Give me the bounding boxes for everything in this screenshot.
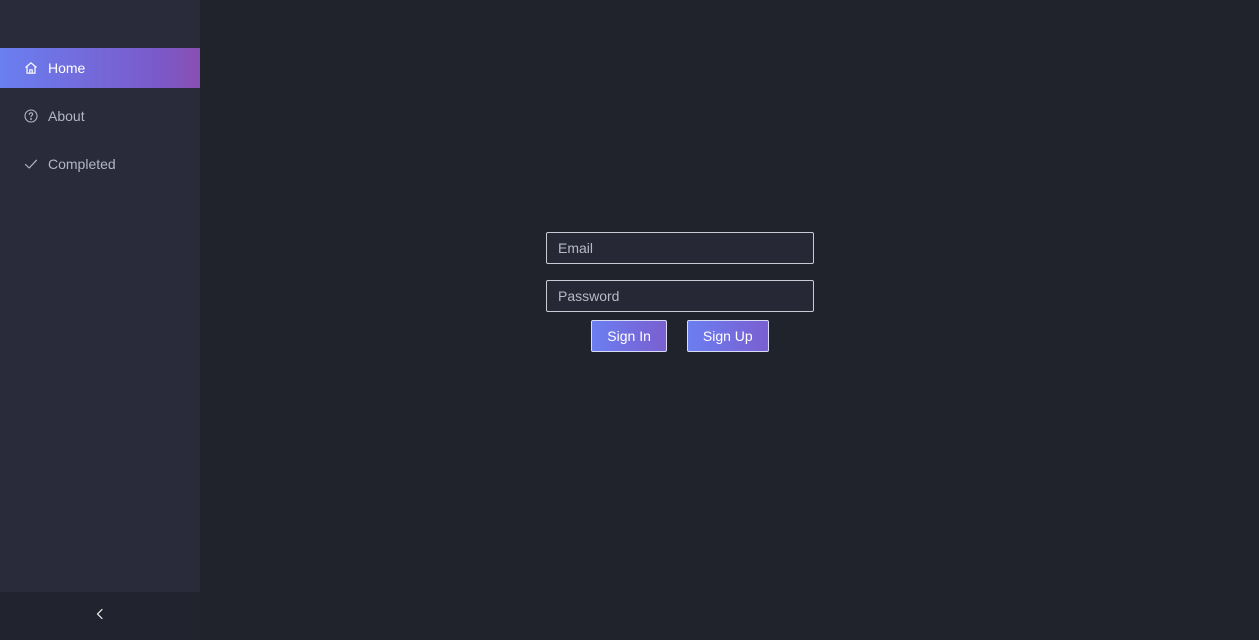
question-circle-icon bbox=[24, 109, 38, 123]
sidebar-nav: Home About Completed bbox=[0, 48, 200, 192]
home-icon bbox=[24, 61, 38, 75]
check-icon bbox=[24, 157, 38, 171]
sidebar-item-home[interactable]: Home bbox=[0, 48, 200, 88]
sidebar-item-about[interactable]: About bbox=[0, 96, 200, 136]
sidebar: Home About Completed bbox=[0, 0, 200, 640]
login-buttons: Sign In Sign Up bbox=[546, 320, 814, 352]
sidebar-item-label: Completed bbox=[48, 156, 116, 172]
chevron-left-icon bbox=[95, 607, 105, 625]
password-input[interactable] bbox=[546, 280, 814, 312]
sidebar-item-label: Home bbox=[48, 60, 86, 76]
sidebar-collapse-button[interactable] bbox=[0, 592, 200, 640]
main-content: Sign In Sign Up bbox=[200, 0, 1259, 640]
email-input[interactable] bbox=[546, 232, 814, 264]
sign-up-button[interactable]: Sign Up bbox=[686, 320, 769, 352]
sidebar-item-label: About bbox=[48, 108, 85, 124]
login-form: Sign In Sign Up bbox=[546, 232, 814, 352]
app-root: Home About Completed Email Sign In Sign … bbox=[0, 0, 1259, 640]
sign-in-button[interactable]: Sign In bbox=[591, 320, 667, 352]
sidebar-item-completed[interactable]: Completed bbox=[0, 144, 200, 184]
